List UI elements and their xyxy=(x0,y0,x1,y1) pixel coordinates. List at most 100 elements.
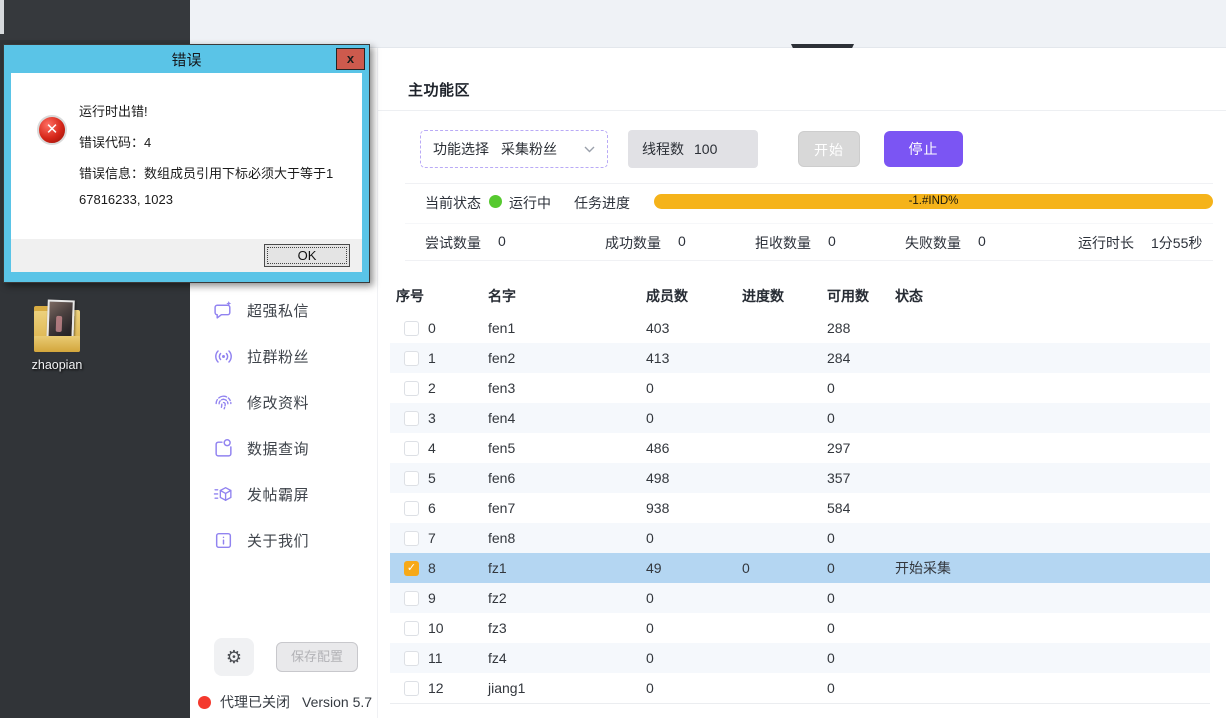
function-select-dropdown[interactable]: 功能选择 采集粉丝 xyxy=(420,130,608,168)
cell-progress: 0 xyxy=(742,560,827,576)
cell-available: 584 xyxy=(827,500,895,516)
main-panel: 主功能区 功能选择 采集粉丝 线程数 100 开始 停止 当前状态 运行中 任务… xyxy=(378,48,1226,718)
save-config-button[interactable]: 保存配置 xyxy=(276,642,358,672)
dialog-footer: OK xyxy=(11,239,362,272)
proxy-status-text: 代理已关闭 xyxy=(220,692,290,712)
table-header: 序号 名字 成员数 进度数 可用数 状态 xyxy=(390,278,1210,313)
error-line-3: 错误信息：数组成员引用下标必须大于等于1 xyxy=(79,163,333,182)
stat-label: 运行时长 xyxy=(1078,233,1134,253)
dialog-titlebar: 错误 x xyxy=(4,45,369,73)
row-checkbox[interactable] xyxy=(404,411,419,426)
cell-name: fz2 xyxy=(488,590,646,606)
cell-members: 0 xyxy=(646,410,742,426)
cell-name: fz1 xyxy=(488,560,646,576)
cell-index: 11 xyxy=(428,650,488,666)
start-button[interactable]: 开始 xyxy=(798,131,860,167)
cell-members: 0 xyxy=(646,620,742,636)
row-checkbox[interactable] xyxy=(404,501,419,516)
table-row[interactable]: 6fen7938584 xyxy=(390,493,1210,523)
cell-name: fen6 xyxy=(488,470,646,486)
cell-name: fen8 xyxy=(488,530,646,546)
error-icon: ✕ xyxy=(37,115,67,145)
row-checkbox[interactable] xyxy=(404,351,419,366)
cell-index: 5 xyxy=(428,470,488,486)
row-checkbox[interactable] xyxy=(404,621,419,636)
row-checkbox[interactable] xyxy=(404,381,419,396)
row-checkbox-checked[interactable]: ✓ xyxy=(404,561,419,576)
thread-count-label: 线程数 xyxy=(642,139,684,159)
gear-icon: ⚙ xyxy=(226,647,242,668)
dialog-title: 错误 xyxy=(4,49,369,70)
divider xyxy=(405,223,1213,224)
ok-button[interactable]: OK xyxy=(264,244,350,267)
cell-members: 403 xyxy=(646,320,742,336)
cell-members: 0 xyxy=(646,590,742,606)
table-row[interactable]: 2fen300 xyxy=(390,373,1210,403)
sidebar-item-data-query[interactable]: 数据查询 xyxy=(190,432,378,464)
broadcast-icon xyxy=(212,345,234,367)
row-checkbox[interactable] xyxy=(404,441,419,456)
close-icon[interactable]: x xyxy=(336,48,365,70)
running-status-dot xyxy=(489,195,502,208)
stat-label: 失败数量 xyxy=(905,233,961,253)
table-row[interactable]: 7fen800 xyxy=(390,523,1210,553)
cell-index: 2 xyxy=(428,380,488,396)
sidebar-item-label: 拉群粉丝 xyxy=(247,346,309,367)
table-row[interactable]: 12jiang100 xyxy=(390,673,1210,703)
stat-success: 成功数量 0 xyxy=(605,233,686,253)
cell-index: 9 xyxy=(428,590,488,606)
settings-gear-button[interactable]: ⚙ xyxy=(214,638,254,676)
cell-name: fz3 xyxy=(488,620,646,636)
table-row[interactable]: 1fen2413284 xyxy=(390,343,1210,373)
table-row[interactable]: 0fen1403288 xyxy=(390,313,1210,343)
sidebar-item-post-flood[interactable]: 发帖霸屏 xyxy=(190,478,378,510)
dialog-body: ✕ 运行时出错! 错误代码：4 错误信息：数组成员引用下标必须大于等于1 678… xyxy=(11,73,362,272)
table-row[interactable]: 9fz200 xyxy=(390,583,1210,613)
window-edge-sliver xyxy=(0,0,4,34)
table-row[interactable]: ✓8fz14900开始采集 xyxy=(390,553,1210,583)
row-checkbox[interactable] xyxy=(404,591,419,606)
cell-available: 0 xyxy=(827,620,895,636)
chat-star-icon xyxy=(212,299,234,321)
profile-card-icon xyxy=(212,437,234,459)
table-row[interactable]: 5fen6498357 xyxy=(390,463,1210,493)
stat-attempts: 尝试数量 0 xyxy=(425,233,506,253)
row-checkbox[interactable] xyxy=(404,681,419,696)
cell-name: fz4 xyxy=(488,650,646,666)
cell-index: 0 xyxy=(428,320,488,336)
cell-available: 284 xyxy=(827,350,895,366)
task-progress-label: 任务进度 xyxy=(574,193,630,213)
cell-available: 0 xyxy=(827,680,895,696)
table-row[interactable]: 3fen400 xyxy=(390,403,1210,433)
thread-count-input[interactable]: 线程数 100 xyxy=(628,130,758,168)
row-checkbox[interactable] xyxy=(404,321,419,336)
row-checkbox[interactable] xyxy=(404,531,419,546)
sidebar-item-edit-profile[interactable]: 修改资料 xyxy=(190,386,378,418)
cell-available: 0 xyxy=(827,560,895,576)
section-title: 主功能区 xyxy=(408,79,470,100)
sidebar-item-group-fans[interactable]: 拉群粉丝 xyxy=(190,340,378,372)
stat-runtime: 运行时长 1分55秒 xyxy=(1078,233,1202,253)
row-checkbox[interactable] xyxy=(404,471,419,486)
cell-name: fen3 xyxy=(488,380,646,396)
info-icon xyxy=(212,529,234,551)
stop-button[interactable]: 停止 xyxy=(884,131,963,167)
table-row[interactable]: 10fz300 xyxy=(390,613,1210,643)
status-panel: 当前状态 运行中 任务进度 -1.#IND% 尝试数量 0 成功数量 0 xyxy=(405,183,1213,261)
proxy-status-dot xyxy=(198,696,211,709)
fingerprint-icon xyxy=(212,391,234,413)
row-checkbox[interactable] xyxy=(404,651,419,666)
top-strip xyxy=(190,0,1226,48)
stat-rejected: 拒收数量 0 xyxy=(755,233,836,253)
function-select-label: 功能选择 xyxy=(433,139,489,159)
table-row[interactable]: 4fen5486297 xyxy=(390,433,1210,463)
sidebar-item-label: 修改资料 xyxy=(247,392,309,413)
sidebar-item-private-message[interactable]: 超强私信 xyxy=(190,294,378,326)
stats-row: 尝试数量 0 成功数量 0 拒收数量 0 失败数量 0 xyxy=(405,233,1213,251)
cell-members: 0 xyxy=(646,530,742,546)
cell-available: 0 xyxy=(827,380,895,396)
sidebar-item-about-us[interactable]: 关于我们 xyxy=(190,524,378,556)
cell-index: 7 xyxy=(428,530,488,546)
table-row[interactable]: 11fz400 xyxy=(390,643,1210,673)
desktop-folder-zhaopian[interactable]: zhaopian xyxy=(22,310,92,372)
